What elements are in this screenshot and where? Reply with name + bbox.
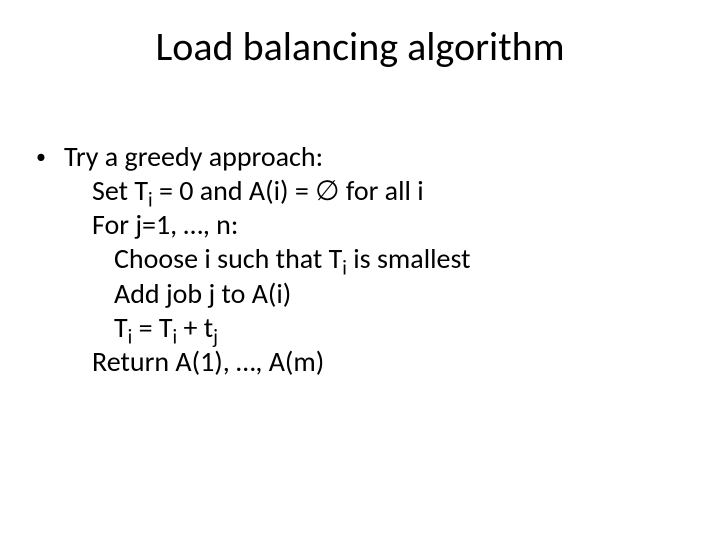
text-fragment: Set T — [92, 173, 148, 208]
algo-line-choose: Choose i such that Ti is smallest — [64, 242, 684, 276]
algo-line-set: Set Ti = 0 and A(i) = ∅ for all i — [64, 174, 684, 208]
bullet-item: • Try a greedy approach: Set Ti = 0 and … — [36, 140, 684, 379]
algo-line-return: Return A(1), …, A(m) — [64, 345, 684, 379]
bullet-marker: • — [36, 140, 64, 174]
algo-line-update: Ti = Ti + tj — [64, 311, 684, 345]
text-fragment: = 0 and A(i) = ∅ for all i — [153, 173, 424, 208]
text-fragment: is smallest — [347, 241, 471, 276]
text-fragment: T — [114, 310, 128, 345]
text-fragment: = T — [132, 310, 172, 345]
text-fragment: + t — [177, 310, 213, 345]
bullet-content: Try a greedy approach: Set Ti = 0 and A(… — [64, 140, 684, 379]
text-fragment: Choose i such that T — [114, 241, 342, 276]
algo-line-add: Add job j to A(i) — [64, 277, 684, 311]
slide-body: • Try a greedy approach: Set Ti = 0 and … — [36, 140, 684, 379]
algo-line-for: For j=1, …, n: — [64, 208, 684, 242]
slide: Load balancing algorithm • Try a greedy … — [0, 0, 720, 540]
algo-line-lead: Try a greedy approach: — [64, 140, 684, 174]
slide-title: Load balancing algorithm — [0, 22, 720, 71]
